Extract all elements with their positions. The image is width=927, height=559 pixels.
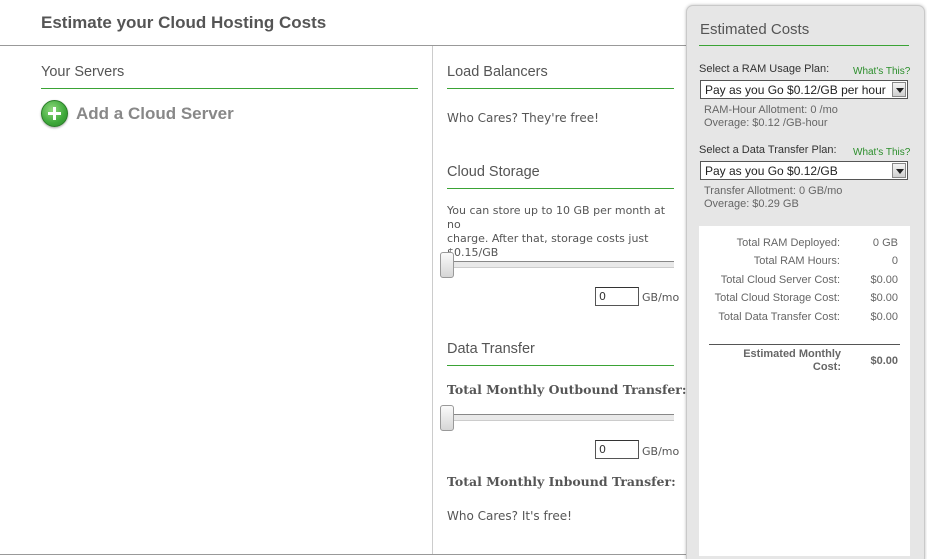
servers-heading: Your Servers xyxy=(41,64,125,80)
summary-label: Total Cloud Storage Cost: xyxy=(714,292,840,304)
column-divider xyxy=(432,46,433,554)
summary-label: Total Cloud Server Cost: xyxy=(720,274,840,286)
summary-label: Total RAM Hours: xyxy=(753,255,840,267)
transfer-allotment-text: Transfer Allotment: 0 GB/mo xyxy=(704,185,843,197)
ram-overage-text: Overage: $0.12 /GB-hour xyxy=(704,117,828,129)
servers-heading-rule xyxy=(41,88,418,89)
load-balancers-heading-rule xyxy=(447,88,674,89)
inbound-transfer-text: Who Cares? It's free! xyxy=(447,509,572,523)
ram-whats-this-link[interactable]: What's This? xyxy=(853,66,910,77)
summary-label: Total RAM Deployed: xyxy=(736,237,840,249)
ram-plan-label: Select a RAM Usage Plan: xyxy=(699,63,830,75)
load-balancers-text: Who Cares? They're free! xyxy=(447,111,599,125)
outbound-transfer-unit: GB/mo xyxy=(642,445,680,458)
title-divider xyxy=(0,45,687,46)
outbound-transfer-label: Total Monthly Outbound Transfer: xyxy=(447,382,687,397)
outbound-transfer-input[interactable] xyxy=(595,440,639,459)
summary-divider xyxy=(709,344,900,345)
transfer-plan-label: Select a Data Transfer Plan: xyxy=(699,144,837,156)
summary-label: Total Data Transfer Cost: xyxy=(718,311,840,323)
summary-value: $0.00 xyxy=(870,292,898,304)
outbound-slider-handle[interactable] xyxy=(440,405,454,431)
estimated-costs-title: Estimated Costs xyxy=(700,21,810,38)
chevron-down-icon xyxy=(892,163,906,178)
data-transfer-heading: Data Transfer xyxy=(447,341,535,357)
inbound-transfer-label: Total Monthly Inbound Transfer: xyxy=(447,474,676,489)
chevron-down-icon xyxy=(892,82,906,97)
estimated-monthly-cost-label-line: Cost: xyxy=(812,361,841,373)
load-balancers-heading: Load Balancers xyxy=(447,64,548,80)
cloud-storage-heading-rule xyxy=(447,188,674,189)
page-title: Estimate your Cloud Hosting Costs xyxy=(41,13,327,32)
cloud-storage-description-line: You can store up to 10 GB per month at n… xyxy=(447,204,666,231)
transfer-whats-this-link[interactable]: What's This? xyxy=(853,147,910,158)
cloud-storage-slider-handle[interactable] xyxy=(440,252,454,278)
summary-value: $0.00 xyxy=(870,311,898,323)
transfer-plan-info: Transfer Allotment: 0 GB/mo Overage: $0.… xyxy=(704,185,842,211)
estimated-costs-title-rule xyxy=(699,45,909,46)
transfer-plan-selected: Pay as you Go $0.12/GB xyxy=(705,164,838,178)
ram-plan-info: RAM-Hour Allotment: 0 /mo Overage: $0.12… xyxy=(704,104,838,130)
summary-value: 0 GB xyxy=(872,237,898,249)
summary-value: $0.00 xyxy=(870,274,898,286)
estimated-monthly-cost-label-line: Estimated Monthly xyxy=(743,348,841,360)
cloud-storage-description: You can store up to 10 GB per month at n… xyxy=(447,204,674,260)
add-cloud-server-button[interactable]: Add a Cloud Server xyxy=(41,100,234,127)
add-cloud-server-label: Add a Cloud Server xyxy=(76,103,234,123)
cloud-storage-input[interactable] xyxy=(595,287,639,306)
summary-value: 0 xyxy=(891,255,898,267)
data-transfer-heading-rule xyxy=(447,365,674,366)
transfer-plan-select[interactable]: Pay as you Go $0.12/GB xyxy=(700,161,908,180)
ram-plan-selected: Pay as you Go $0.12/GB per hour xyxy=(705,83,886,97)
bottom-divider xyxy=(0,554,687,555)
ram-plan-select[interactable]: Pay as you Go $0.12/GB per hour xyxy=(700,80,908,99)
ram-allotment-text: RAM-Hour Allotment: 0 /mo xyxy=(704,104,838,116)
estimated-monthly-cost-label: Estimated Monthly Cost: xyxy=(700,348,841,374)
transfer-overage-text: Overage: $0.29 GB xyxy=(704,198,799,210)
estimated-monthly-cost-value: $0.00 xyxy=(870,355,898,367)
cloud-storage-heading: Cloud Storage xyxy=(447,164,540,180)
plus-circle-icon xyxy=(41,100,68,127)
outbound-slider-track[interactable] xyxy=(447,414,674,421)
